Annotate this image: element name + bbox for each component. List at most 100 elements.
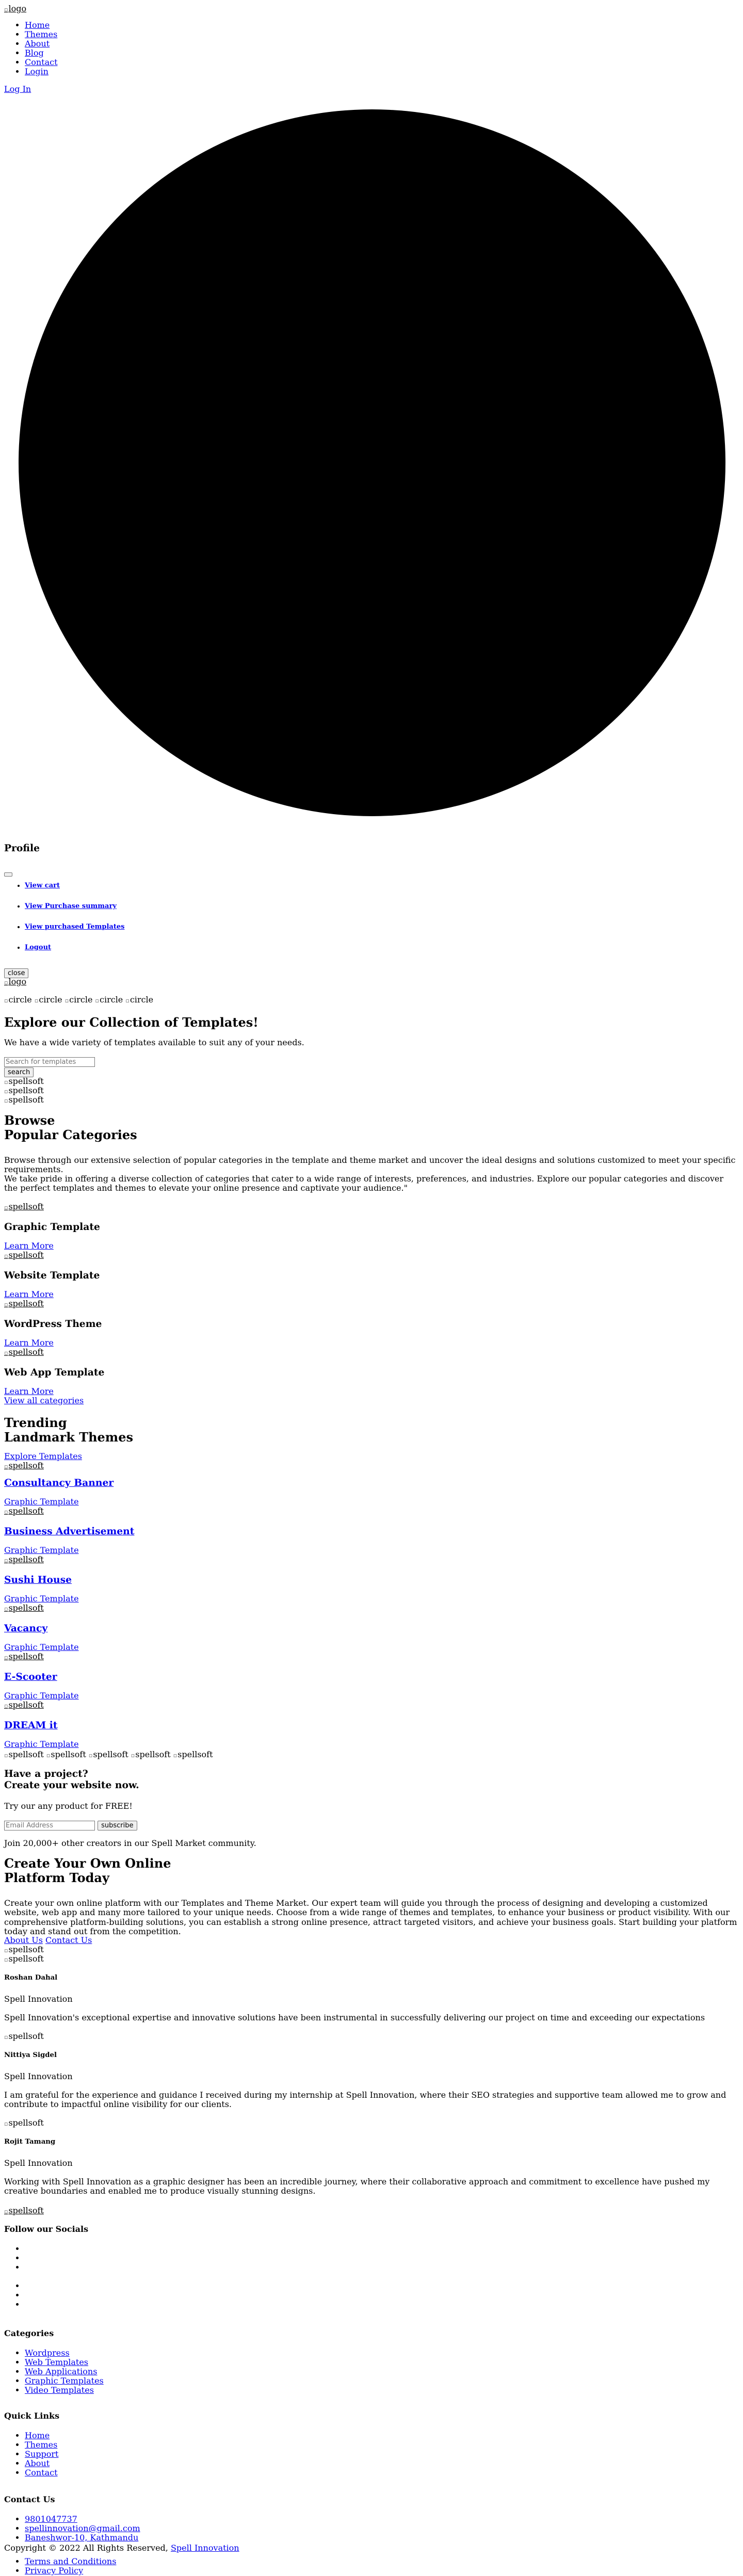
footer-link[interactable]: Web Applications [25,2367,97,2376]
footer-link[interactable]: Support [25,2449,58,2459]
subscribe-button[interactable]: subscribe [98,1821,137,1830]
profile-link[interactable]: View cart [25,882,60,889]
quick-link-item[interactable]: Support [25,2449,58,2459]
contact-email[interactable]: spellinnovation@gmail.com [25,2523,140,2533]
theme-image[interactable]: spellsoft [4,1603,43,1613]
theme-category-link[interactable]: Graphic Template [4,1497,79,1506]
theme-title-link[interactable]: Sushi House [4,1574,72,1585]
footer-category-item[interactable]: Web Templates [25,2357,104,2367]
theme-image[interactable]: spellsoft [4,1651,43,1661]
about-us-link[interactable]: About Us [4,1935,43,1945]
theme-title-link[interactable]: Consultancy Banner [4,1477,114,1488]
nav-item-home[interactable]: Home [25,20,58,30]
footer-category-item[interactable]: Graphic Templates [25,2376,104,2386]
theme-category-link[interactable]: Graphic Template [4,1691,79,1700]
footer-link[interactable]: Home [25,2431,50,2440]
learn-more-link[interactable]: Learn More [4,1289,54,1299]
theme-title-link[interactable]: Vacancy [4,1623,47,1634]
address-link[interactable]: Baneshwor-10, Kathmandu [25,2533,138,2542]
theme-category-link[interactable]: Graphic Template [4,1642,79,1652]
nav-item-contact[interactable]: Contact [25,57,58,67]
categories-desc: Browse through our extensive selection o… [4,1155,736,1175]
title-line: Browse [4,1113,55,1128]
nav-link[interactable]: About [25,39,50,48]
theme-image[interactable]: spellsoft [4,1700,43,1710]
footer-link[interactable]: Contact [25,2468,58,2477]
quick-link-item[interactable]: Contact [25,2468,58,2477]
platform-title: Create Your Own Online Platform Today [4,1856,171,1885]
profile-link[interactable]: Logout [25,944,51,951]
quick-link-item[interactable]: About [25,2458,58,2468]
copyright-text: Copyright © 2022 All Rights Reserved, [4,2543,168,2553]
nav-item-about[interactable]: About [25,39,58,48]
view-all-categories-link[interactable]: View all categories [4,1396,84,1405]
profile-logo[interactable]: logo [4,977,26,986]
quick-link-item[interactable]: Home [25,2431,58,2440]
circle-decoration: circle [35,995,62,1005]
footer-link[interactable]: Video Templates [25,2385,94,2395]
contact-phone[interactable]: 9801047737 [25,2514,140,2524]
theme-title-link[interactable]: E-Scooter [4,1671,57,1682]
profile-item-purchase-summary[interactable]: View Purchase summary [25,902,124,924]
nav-item-blog[interactable]: Blog [25,48,58,58]
project-image: spellsoft [4,1749,43,1759]
email-input[interactable] [4,1821,95,1830]
nav-link[interactable]: Home [25,20,50,30]
profile-link[interactable]: View Purchase summary [25,902,117,910]
nav-link[interactable]: Blog [25,48,44,58]
profile-item-cart[interactable]: View cart [25,882,124,903]
footer-link[interactable]: Wordpress [25,2348,70,2358]
category-image[interactable]: spellsoft [4,1250,43,1260]
theme-image[interactable]: spellsoft [4,1554,43,1564]
legal-item[interactable]: Privacy Policy [25,2566,116,2575]
contact-title: Contact Us [4,2494,55,2504]
footer-logo[interactable]: spellsoft [4,2206,43,2215]
theme-category-link[interactable]: Graphic Template [4,1594,79,1603]
footer-link[interactable]: Graphic Templates [25,2376,104,2386]
footer-link[interactable]: Web Templates [25,2357,88,2367]
company-link[interactable]: Spell Innovation [171,2543,239,2553]
theme-category-link[interactable]: Graphic Template [4,1545,79,1555]
legal-item[interactable]: Terms and Conditions [25,2556,116,2566]
email-link[interactable]: spellinnovation@gmail.com [25,2523,140,2533]
site-logo[interactable]: logo [4,4,26,13]
contact-us-link[interactable]: Contact Us [45,1935,92,1945]
category-image[interactable]: spellsoft [4,1347,43,1357]
footer-category-item[interactable]: Wordpress [25,2348,104,2358]
category-image[interactable]: spellsoft [4,1202,43,1211]
privacy-link[interactable]: Privacy Policy [25,2566,83,2575]
footer-link[interactable]: Themes [25,2440,57,2450]
nav-link[interactable]: Contact [25,57,58,67]
learn-more-link[interactable]: Learn More [4,1241,54,1251]
template-search-input[interactable] [4,1057,95,1067]
nav-link[interactable]: Themes [25,29,57,39]
nav-item-themes[interactable]: Themes [25,29,58,39]
nav-item-login[interactable]: Login [25,67,58,76]
login-link[interactable]: Log In [4,84,31,94]
theme-image[interactable]: spellsoft [4,1461,43,1470]
profile-toggle-button[interactable] [4,872,12,877]
project-image: spellsoft [89,1749,128,1759]
footer-category-item[interactable]: Video Templates [25,2385,104,2395]
explore-templates-link[interactable]: Explore Templates [4,1451,82,1461]
profile-item-logout[interactable]: Logout [25,944,124,965]
logo-link[interactable]: logo [4,4,26,13]
theme-title-link[interactable]: DREAM it [4,1720,58,1731]
profile-item-purchased-templates[interactable]: View purchased Templates [25,923,124,944]
learn-more-link[interactable]: Learn More [4,1338,54,1348]
phone-link[interactable]: 9801047737 [25,2514,77,2524]
footer-link[interactable]: About [25,2458,50,2468]
quick-link-item[interactable]: Themes [25,2440,58,2450]
testimonial-name: Rojit Tamang [4,2138,56,2146]
theme-image[interactable]: spellsoft [4,1506,43,1516]
theme-title-link[interactable]: Business Advertisement [4,1526,134,1537]
category-image[interactable]: spellsoft [4,1299,43,1308]
learn-more-link[interactable]: Learn More [4,1386,54,1396]
nav-link[interactable]: Login [25,67,49,76]
contact-address[interactable]: Baneshwor-10, Kathmandu [25,2533,140,2542]
terms-link[interactable]: Terms and Conditions [25,2556,116,2566]
profile-link[interactable]: View purchased Templates [25,923,124,931]
theme-category-link[interactable]: Graphic Template [4,1739,79,1749]
footer-category-item[interactable]: Web Applications [25,2367,104,2376]
title-line: Platform Today [4,1870,109,1885]
